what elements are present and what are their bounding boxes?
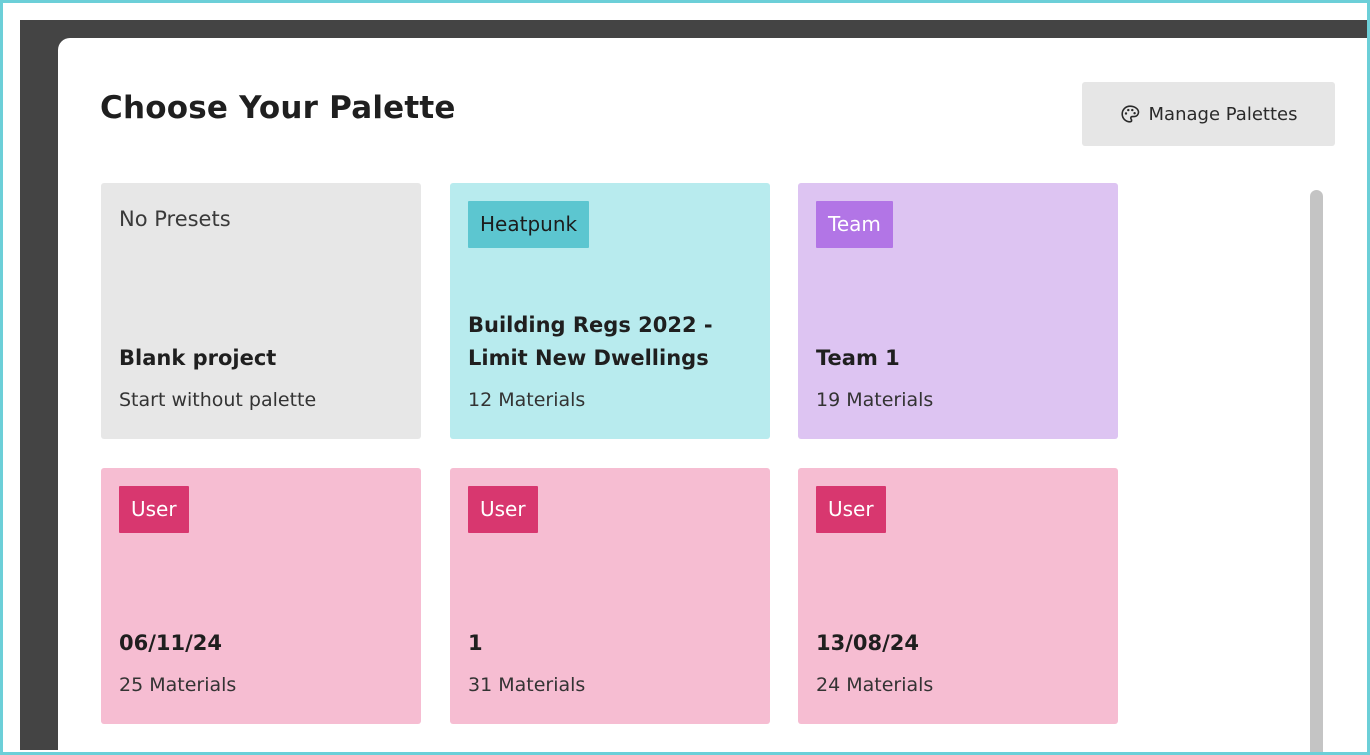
palette-tag: User [119, 486, 189, 533]
palette-card-user[interactable]: User 1 31 Materials [450, 468, 770, 724]
palette-name: Blank project [119, 346, 277, 370]
palette-card-user[interactable]: User 06/11/24 25 Materials [101, 468, 421, 724]
palette-subtitle: 25 Materials [119, 674, 237, 696]
palette-modal: Choose Your Palette Manage Palettes No P… [58, 38, 1367, 752]
manage-palettes-label: Manage Palettes [1148, 103, 1298, 125]
palette-card-blank[interactable]: No Presets Blank project Start without p… [101, 183, 421, 439]
palette-tag: Team [816, 201, 893, 248]
palette-name: 1 [468, 631, 483, 655]
palette-subtitle: 31 Materials [468, 674, 586, 696]
palette-card-heatpunk[interactable]: Heatpunk Building Regs 2022 - Limit New … [450, 183, 770, 439]
palette-subtitle: Start without palette [119, 389, 317, 411]
palette-name: Team 1 [816, 346, 900, 370]
palette-subtitle: 12 Materials [468, 389, 586, 411]
palette-name: 06/11/24 [119, 631, 223, 655]
palette-tag: No Presets [119, 207, 231, 231]
page-title: Choose Your Palette [100, 90, 456, 126]
palette-subtitle: 19 Materials [816, 389, 934, 411]
palette-tag: User [468, 486, 538, 533]
palette-name: Building Regs 2022 - Limit New Dwellings [468, 313, 713, 370]
scrollbar[interactable] [1310, 190, 1323, 752]
app-frame: Choose Your Palette Manage Palettes No P… [0, 0, 1370, 755]
palette-tag: User [816, 486, 886, 533]
manage-palettes-button[interactable]: Manage Palettes [1082, 82, 1335, 146]
palette-icon [1120, 104, 1140, 124]
palette-subtitle: 24 Materials [816, 674, 934, 696]
palette-tag: Heatpunk [468, 201, 590, 248]
palette-card-user[interactable]: User 13/08/24 24 Materials [798, 468, 1118, 724]
palette-card-team[interactable]: Team Team 1 19 Materials [798, 183, 1118, 439]
palette-name: 13/08/24 [816, 631, 920, 655]
